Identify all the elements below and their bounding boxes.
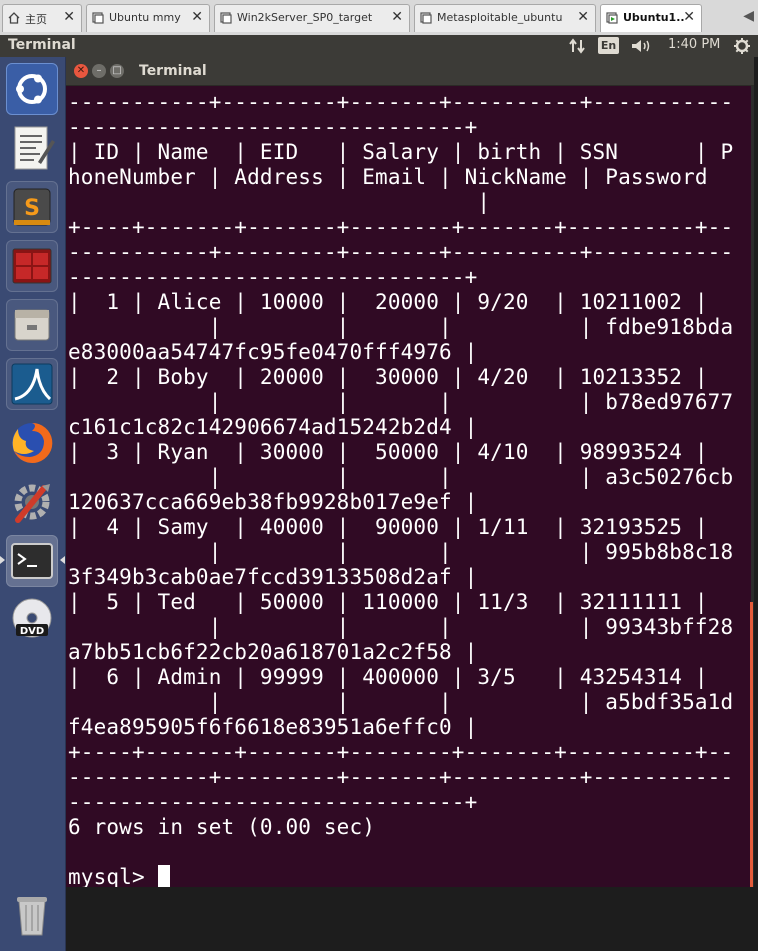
vm-tab-label: Ubuntu mmy	[109, 11, 181, 24]
vm-tab-label: Win2kServer_SP0_target	[237, 11, 373, 24]
terminal-line: e83000aa54747fc95fe0470fff4976 |	[68, 340, 478, 364]
terminal-line: | | | | 995b8b8c18	[68, 540, 734, 564]
terminal-line: | 3 | Ryan | 30000 | 50000 | 4/10 | 9899…	[68, 440, 708, 464]
vm-tab-ubuntu1[interactable]: Ubuntu1... ✕	[600, 4, 702, 32]
window-title: Terminal	[139, 63, 207, 79]
svg-text:S: S	[24, 196, 40, 221]
terminal-launcher[interactable]	[6, 535, 58, 587]
vm-icon	[220, 12, 232, 24]
text-editor-icon	[14, 126, 55, 170]
terminal-line: | 2 | Boby | 20000 | 30000 | 4/20 | 1021…	[68, 365, 708, 389]
terminal-split-launcher[interactable]	[6, 240, 58, 292]
terminal-line: +----+-------+-------+--------+-------+-…	[68, 215, 734, 239]
sublime-icon: S	[13, 188, 51, 226]
home-icon	[8, 12, 20, 24]
trash-icon	[17, 897, 47, 936]
system-settings-launcher[interactable]	[6, 476, 58, 528]
vm-tab-label: Metasploitable_ubuntu	[437, 11, 563, 24]
terminal-line: | | | | fdbe918bda	[68, 315, 734, 339]
vm-tab-label: Ubuntu1...	[623, 11, 685, 24]
vm-tab-metasploitable[interactable]: Metasploitable_ubuntu ✕	[414, 4, 596, 32]
terminal-line: | | | | 99343bff28	[68, 615, 734, 639]
ubuntu-dash-button[interactable]	[6, 63, 58, 115]
terminal-line: | | | | b78ed97677	[68, 390, 734, 414]
vm-icon	[92, 12, 104, 24]
terminal-window: ✕ – □ Terminal -----------+---------+---…	[66, 57, 754, 887]
sublime-launcher[interactable]: S	[6, 181, 58, 233]
terminal-line: | 4 | Samy | 40000 | 90000 | 1/11 | 3219…	[68, 515, 708, 539]
terminal-line: -------------------------------+	[68, 115, 478, 139]
text-editor-launcher[interactable]	[6, 122, 58, 174]
terminal-output[interactable]: -----------+---------+-------+----------…	[68, 90, 750, 887]
vm-tab-label: 主页	[25, 13, 47, 26]
scrollbar[interactable]	[750, 602, 753, 887]
mysql-prompt: mysql>	[68, 865, 158, 887]
clock[interactable]: 1:40 PM	[668, 37, 720, 52]
terminal-line: | 1 | Alice | 10000 | 20000 | 9/20 | 102…	[68, 290, 708, 314]
terminal-line: honeNumber | Address | Email | NickName …	[68, 165, 708, 189]
vm-tab-ubuntu-mmy[interactable]: Ubuntu mmy ✕	[86, 4, 210, 32]
dvd-icon: DVD	[12, 598, 52, 638]
terminal-line: c161c1c82c142906674ad15242b2d4 |	[68, 415, 478, 439]
terminal-line: | | | | a3c50276cb	[68, 465, 734, 489]
wireshark-icon	[11, 363, 53, 405]
terminal-line: 120637cca669eb38fb9928b017e9ef |	[68, 490, 478, 514]
svg-text:DVD: DVD	[20, 626, 44, 637]
close-icon[interactable]: ✕	[63, 9, 75, 25]
terminal-split-icon	[12, 248, 52, 284]
close-icon[interactable]: ✕	[683, 9, 695, 25]
text-cursor	[157, 865, 170, 887]
terminal-line: a7bb51cb6f22cb20a618701a2c2f58 |	[68, 640, 478, 664]
running-indicator	[0, 556, 5, 564]
file-manager-icon	[14, 309, 50, 341]
trash-launcher[interactable]	[6, 889, 58, 941]
terminal-line: | 5 | Ted | 50000 | 110000 | 11/3 | 3211…	[68, 590, 708, 614]
terminal-line: | ID | Name | EID | Salary | birth | SSN…	[68, 140, 734, 164]
terminal-line: -----------+---------+-------+----------…	[68, 765, 734, 789]
firefox-launcher[interactable]	[6, 417, 58, 469]
window-titlebar[interactable]: ✕ – □ Terminal	[66, 57, 754, 86]
active-app-title: Terminal	[8, 37, 76, 53]
terminal-line: 6 rows in set (0.00 sec)	[68, 815, 376, 839]
keyboard-layout-indicator[interactable]: En	[598, 37, 619, 54]
vm-icon	[420, 12, 432, 24]
vm-tab-home[interactable]: 主页 ✕	[2, 4, 82, 32]
firefox-icon	[12, 422, 53, 463]
file-manager-launcher[interactable]	[6, 299, 58, 351]
focused-indicator	[60, 556, 65, 564]
ubuntu-dash-icon	[16, 74, 47, 104]
terminal-line: |	[68, 190, 491, 214]
close-icon[interactable]: ✕	[74, 64, 88, 78]
network-icon[interactable]	[568, 38, 586, 54]
vm-tab-strip: 主页 ✕ Ubuntu mmy ✕ Win2kServer_SP0_target…	[0, 0, 758, 36]
chevron-right-icon[interactable]: ◀	[743, 8, 754, 24]
launcher: S DVD	[0, 57, 66, 951]
vm-tab-win2kserver[interactable]: Win2kServer_SP0_target ✕	[214, 4, 410, 32]
top-panel: Terminal En 1:40 PM	[0, 35, 758, 57]
maximize-icon[interactable]: □	[110, 64, 124, 78]
terminal-line: -----------+---------+-------+----------…	[68, 240, 734, 264]
settings-icon	[14, 484, 50, 523]
terminal-line: 3f349b3cab0ae7fccd39133508d2af |	[68, 565, 478, 589]
terminal-line: | 6 | Admin | 99999 | 400000 | 3/5 | 432…	[68, 665, 708, 689]
close-icon[interactable]: ✕	[191, 9, 203, 25]
terminal-line: -------------------------------+	[68, 790, 478, 814]
vm-running-icon	[606, 12, 618, 24]
terminal-line: +----+-------+-------+--------+-------+-…	[68, 740, 734, 764]
terminal-icon	[11, 543, 53, 579]
terminal-line: | | | | a5bdf35a1d	[68, 690, 734, 714]
wireshark-launcher[interactable]	[6, 358, 58, 410]
volume-icon[interactable]	[630, 38, 654, 54]
dvd-launcher[interactable]: DVD	[6, 594, 58, 646]
terminal-line: f4ea895905f6f6618e83951a6effc0 |	[68, 715, 478, 739]
minimize-icon[interactable]: –	[92, 64, 106, 78]
gear-icon[interactable]	[733, 37, 751, 55]
close-icon[interactable]: ✕	[577, 9, 589, 25]
terminal-line: -------------------------------+	[68, 265, 478, 289]
terminal-text: -----------+---------+-------+----------…	[68, 90, 750, 887]
terminal-line: -----------+---------+-------+----------…	[68, 90, 734, 114]
close-icon[interactable]: ✕	[391, 9, 403, 25]
